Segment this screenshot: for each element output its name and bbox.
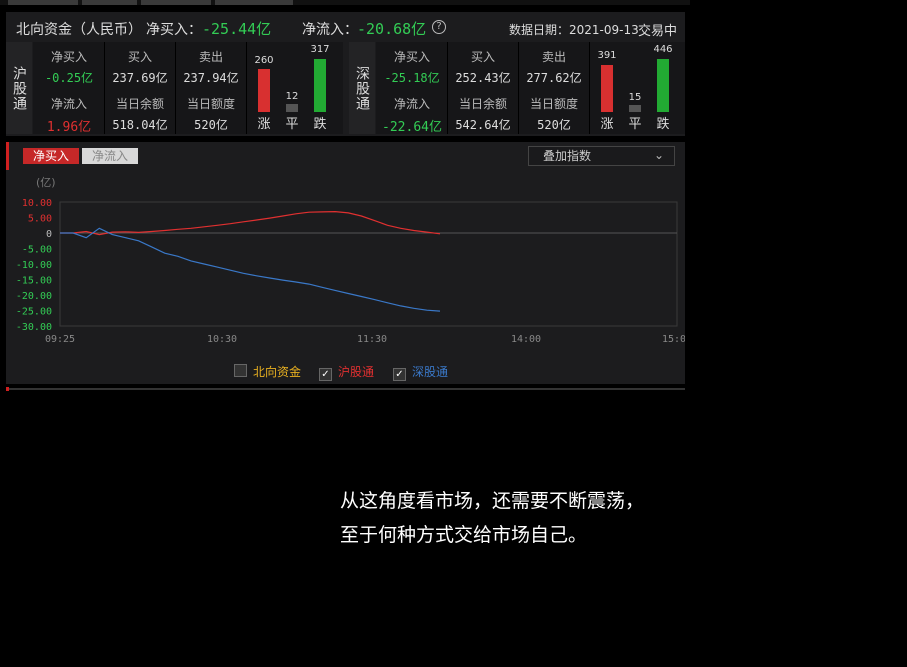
- tab-net-inflow[interactable]: 净流入: [82, 148, 138, 164]
- data-date: 数据日期：2021-09-13: [509, 23, 639, 37]
- top-tab-1[interactable]: [8, 0, 78, 5]
- sz-up-count: 391: [597, 50, 617, 61]
- y-tick-label: -15.00: [16, 276, 52, 287]
- y-tick-label: -20.00: [16, 291, 52, 302]
- sh-flat-count: 12: [285, 91, 299, 102]
- y-tick-label: 5.00: [28, 214, 52, 225]
- sz-flat-label: 平: [628, 117, 642, 132]
- video-subtitle: 从这角度看市场，还需要不断震荡， 至于何种方式交给市场自己。: [340, 484, 720, 552]
- chevron-down-icon: ⌄: [653, 148, 664, 162]
- sz-up-label: 涨: [600, 117, 614, 132]
- sh-down-count: 317: [310, 44, 330, 55]
- bottom-divider-mark: [6, 387, 9, 391]
- sz-down-label: 跌: [656, 117, 670, 132]
- net-buy-label: 净买入：: [146, 22, 202, 38]
- panel-title: 北向资金（人民币）: [16, 22, 142, 38]
- sh-up-bar: [258, 69, 270, 112]
- sz-connect-line: [60, 227, 441, 312]
- x-tick-label: 10:30: [207, 334, 237, 345]
- sz-connect-block: 净买入 -25.18亿 买入 252.43亿 卖出 277.62亿 净流入 -22.64…: [376, 42, 685, 135]
- northbound-summary-panel: 北向资金（人民币） 净买入： -25.44亿 净流入： -20.68亿 ? 数据…: [6, 12, 685, 136]
- plot-frame: [59, 201, 678, 327]
- x-tick-label: 14:00: [511, 334, 541, 345]
- legend-northbound[interactable]: 北向资金: [234, 364, 301, 380]
- y-tick-label: 10.00: [22, 198, 52, 209]
- help-icon[interactable]: ?: [432, 20, 446, 34]
- sh-quota: 当日额度 520亿: [186, 97, 235, 132]
- overlay-index-label: 叠加指数: [543, 149, 592, 163]
- legend-sz[interactable]: ✓ 深股通: [393, 364, 448, 381]
- sh-flat-label: 平: [285, 117, 299, 132]
- y-tick-label: 0: [46, 229, 52, 240]
- top-tab-3[interactable]: [141, 0, 211, 5]
- y-unit-label: (亿): [36, 176, 56, 189]
- sh-connect-block: 净买入 -0.25亿 买入 237.69亿 卖出 237.94亿 净流入 1.96亿 当…: [33, 42, 343, 135]
- subtitle-line-1: 从这角度看市场，还需要不断震荡，: [340, 490, 645, 512]
- sz-flat-bar: [629, 105, 641, 112]
- sz-balance: 当日余额 542.64亿: [455, 97, 511, 132]
- y-tick-label: -25.00: [16, 307, 52, 318]
- sz-net-buy: 净买入 -25.18亿: [384, 50, 440, 85]
- y-tick-label: -30.00: [16, 322, 52, 333]
- y-tick-label: -5.00: [22, 245, 52, 256]
- top-tab-4[interactable]: [215, 0, 293, 5]
- sh-connect-label: 沪股通: [6, 42, 32, 134]
- chart-accent-mark: [6, 142, 9, 170]
- sh-down-bar: [314, 59, 326, 112]
- sh-buy: 买入 237.69亿: [112, 50, 168, 85]
- tab-net-buy[interactable]: 净买入: [23, 148, 79, 164]
- sh-connect-line: [60, 210, 441, 236]
- bottom-divider: [6, 388, 685, 390]
- sh-balance: 当日余额 518.04亿: [112, 97, 168, 132]
- sz-buy: 买入 252.43亿: [455, 50, 511, 85]
- sz-sell: 卖出 277.62亿: [526, 50, 582, 85]
- sh-up-label: 涨: [257, 117, 271, 132]
- trading-status: 交易中: [638, 24, 678, 39]
- sh-net-inflow: 净流入 1.96亿: [46, 97, 92, 135]
- legend-sh[interactable]: ✓ 沪股通: [319, 364, 374, 381]
- flow-chart-panel: 净买入 净流入 叠加指数 ⌄ (亿) 10.00 5.00 0 -5.00 -10.00 -…: [6, 142, 685, 384]
- subtitle-line-2: 至于何种方式交给市场自己。: [340, 524, 588, 546]
- summary-header: 北向资金（人民币） 净买入： -25.44亿 净流入： -20.68亿 ? 数据…: [6, 12, 685, 42]
- x-tick-label: 09:25: [45, 334, 75, 345]
- net-inflow-label: 净流入：: [302, 22, 358, 38]
- overlay-index-dropdown[interactable]: 叠加指数 ⌄: [528, 146, 675, 166]
- legend-sz-checkbox[interactable]: ✓: [393, 368, 406, 381]
- top-tab-2[interactable]: [82, 0, 137, 5]
- legend-northbound-checkbox[interactable]: [234, 364, 247, 377]
- net-buy-value: -25.44亿: [202, 20, 272, 38]
- sz-net-inflow: 净流入 -22.64亿: [382, 97, 442, 135]
- sh-net-buy: 净买入 -0.25亿: [44, 50, 94, 85]
- sh-down-label: 跌: [313, 117, 327, 132]
- sz-down-bar: [657, 59, 669, 112]
- sh-up-count: 260: [254, 55, 274, 66]
- y-tick-label: -10.00: [16, 260, 52, 271]
- sz-up-bar: [601, 65, 613, 112]
- sz-quota: 当日额度 520亿: [529, 97, 578, 132]
- x-tick-label: 11:30: [357, 334, 387, 345]
- sz-connect-label: 深股通: [349, 42, 375, 134]
- sz-flat-count: 15: [628, 92, 642, 103]
- sh-sell: 卖出 237.94亿: [183, 50, 239, 85]
- x-tick-label: 15:00: [662, 334, 685, 345]
- sz-down-count: 446: [653, 44, 673, 55]
- top-tab-strip: [0, 0, 690, 5]
- flow-line-chart: (亿) 10.00 5.00 0 -5.00 -10.00 -15.00 -20.00 -25.…: [16, 176, 685, 345]
- sh-flat-bar: [286, 104, 298, 112]
- net-inflow-value: -20.68亿: [357, 20, 427, 38]
- legend-sh-checkbox[interactable]: ✓: [319, 368, 332, 381]
